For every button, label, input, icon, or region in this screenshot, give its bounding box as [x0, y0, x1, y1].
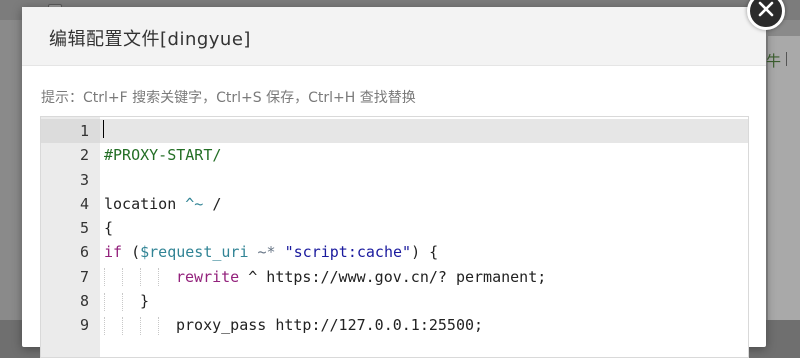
line-number: 4 [79, 194, 89, 213]
edit-config-dialog: 编辑配置文件[dingyue] 提示：Ctrl+F 搜索关键字，Ctrl+S 保… [22, 7, 766, 358]
line-number: 9 [79, 316, 89, 335]
line-number: 8 [79, 292, 89, 311]
code-line[interactable]: 4 location ^~ / [41, 192, 748, 216]
code-text: { [104, 216, 113, 240]
line-number: 6 [79, 243, 89, 262]
code-line[interactable]: 8} [41, 289, 748, 313]
code-token: ( [122, 243, 141, 262]
code-line[interactable]: 2 #PROXY-START/ [41, 143, 748, 167]
code-line[interactable]: 1 [41, 119, 748, 143]
close-icon [757, 0, 775, 22]
code-text: if ($request_uri ~* "script:cache") { [104, 240, 438, 264]
code-token: } [140, 292, 150, 311]
line-number: 5 [79, 219, 89, 238]
code-token: ^ https://www.gov.cn/? permanent; [239, 267, 547, 286]
code-line[interactable]: 5{ [41, 216, 748, 240]
code-token: ~* [257, 243, 276, 262]
line-number: 1 [79, 122, 89, 140]
code-token: ) { [411, 243, 439, 262]
line-number: 2 [79, 146, 89, 165]
editor-lines[interactable]: 1 2 #PROXY-START/3 4 location ^~ /5{6 if ($re… [41, 119, 748, 338]
code-token: / [203, 194, 222, 213]
code-token: rewrite [176, 267, 240, 286]
code-token: $request_uri [140, 243, 249, 262]
code-text: location ^~ / [104, 192, 221, 216]
background-divider [786, 52, 787, 66]
code-token: ^~ [185, 194, 204, 213]
code-token: { [104, 219, 114, 238]
shortcut-hint: 提示：Ctrl+F 搜索关键字，Ctrl+S 保存，Ctrl+H 查找替换 [41, 90, 416, 106]
code-token: location [104, 194, 186, 213]
code-line[interactable]: 3 [41, 168, 748, 192]
code-text: #PROXY-START/ [104, 143, 221, 167]
indent-guide [158, 268, 176, 287]
code-text: rewrite ^ https://www.gov.cn/? permanent… [104, 265, 546, 289]
code-line[interactable]: 7 rewrite ^ https://www.gov.cn/? permanen… [41, 265, 748, 289]
line-number: 3 [79, 170, 89, 189]
code-text: } [104, 289, 149, 313]
code-token: "script:cache" [284, 243, 412, 262]
code-token: #PROXY-START/ [104, 146, 222, 165]
background-partial-text: 牛 [766, 52, 782, 70]
indent-guide [122, 268, 140, 287]
line-number: 7 [79, 267, 89, 286]
background-panel [768, 36, 800, 320]
code-line[interactable]: 6 if ($request_uri ~* "script:cache") { [41, 240, 748, 264]
indent-guide [104, 292, 122, 311]
code-editor[interactable]: 1 2 #PROXY-START/3 4 location ^~ /5{6 if ($re… [40, 116, 749, 358]
dialog-title: 编辑配置文件[dingyue] [49, 29, 251, 50]
indent-guide [122, 292, 140, 311]
code-token: if [104, 243, 123, 262]
dialog-header: 编辑配置文件[dingyue] [22, 7, 766, 66]
indent-guide [140, 268, 158, 287]
indent-guide [104, 268, 122, 287]
code-line[interactable]: 9 proxy_pass http://127.0.0.1:25500; [41, 313, 748, 337]
code-text: proxy_pass http://127.0.0.1:25500; [104, 313, 483, 337]
code-token: proxy_pass http://127.0.0.1:25500; [176, 316, 484, 335]
